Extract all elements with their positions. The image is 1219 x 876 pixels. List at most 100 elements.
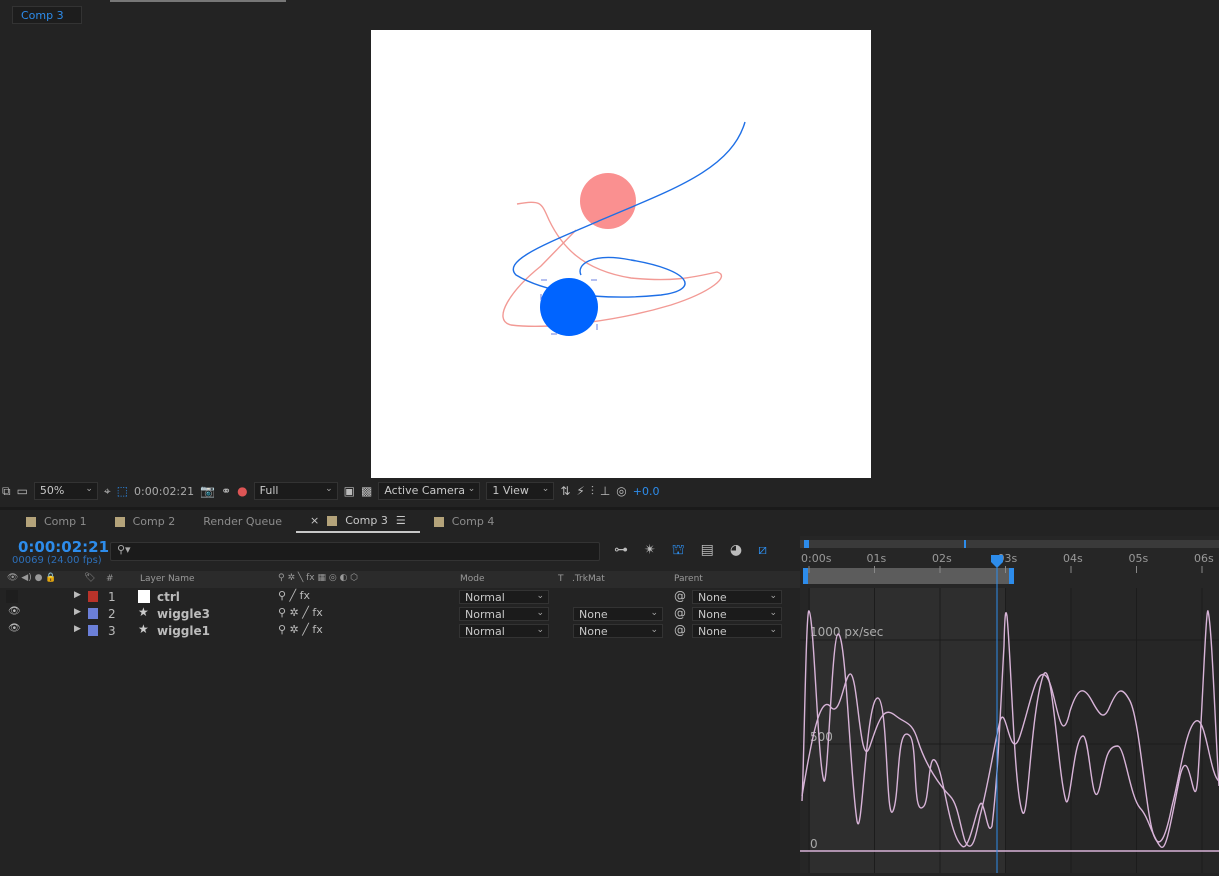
layer-number: 1 <box>108 590 116 604</box>
exposure-value[interactable]: +0.0 <box>633 485 660 498</box>
mode-dropdown[interactable]: Normal ⌄ <box>459 607 549 621</box>
channel-icon[interactable]: ● <box>237 484 247 498</box>
work-area-end[interactable] <box>1009 568 1014 584</box>
graph-editor-icon[interactable]: ⧄ <box>758 542 767 560</box>
panel-tabs: Comp 1 Comp 2 Render Queue × Comp 3 ☰ Comp… <box>0 507 1219 533</box>
crosshair-icon[interactable]: ⌖ <box>104 484 111 499</box>
layer-switches[interactable]: ⚲ ✲ ╱ fx <box>278 623 323 636</box>
layer-switches[interactable]: ⚲ ✲ ╱ fx <box>278 606 323 619</box>
composition-canvas[interactable] <box>371 30 871 478</box>
expand-arrow-icon[interactable]: ▶ <box>74 607 81 617</box>
mode-value: Normal <box>465 625 505 638</box>
layer-search-input[interactable]: ⚲▾ <box>110 542 600 561</box>
tab-comp-1[interactable]: Comp 1 <box>12 511 101 533</box>
tab-comp-4[interactable]: Comp 4 <box>420 511 509 533</box>
work-area-bar[interactable] <box>803 568 1013 584</box>
tab-render-queue[interactable]: Render Queue <box>189 511 296 533</box>
search-icon: ⚲▾ <box>117 543 131 556</box>
parent-dropdown[interactable]: None ⌄ <box>692 624 782 638</box>
viewer-toolbar: ⧉ ▭ 50% ⌄ ⌖ ⬚ 0:00:02:21 📷 ⚭ ● Full ⌄ ▣ ▩ … <box>0 480 1219 502</box>
trkmat-column: .TrkMat <box>572 574 605 584</box>
show-snapshot-icon[interactable]: ⚭ <box>221 484 231 498</box>
close-icon[interactable]: × <box>310 514 319 527</box>
speed-graph[interactable]: 0:00s 01s 02s 03s 04s 05s 06s 1000 px/sec 500 … <box>800 536 1219 873</box>
trkmat-value: None <box>579 608 608 621</box>
navigator-start-handle[interactable] <box>804 540 809 548</box>
flowchart-icon[interactable]: ⊥ <box>600 484 610 498</box>
pickwhip-icon[interactable]: @ <box>674 606 686 620</box>
work-area-start[interactable] <box>803 568 808 584</box>
playhead-handle[interactable] <box>991 555 1003 568</box>
graph-label-0: 0 <box>810 837 818 851</box>
layer-row[interactable]: ▶ 1 ctrl ⚲ ╱ fx Normal ⌄ @ None ⌄ <box>0 589 800 605</box>
tab-comp-3[interactable]: × Comp 3 ☰ <box>296 511 420 533</box>
comp-icon <box>114 516 125 527</box>
num-column: # <box>106 574 114 584</box>
trkmat-dropdown[interactable]: None ⌄ <box>573 607 663 621</box>
pickwhip-icon[interactable]: @ <box>674 589 686 603</box>
menu-icon[interactable]: ☰ <box>396 514 406 527</box>
zoom-dropdown[interactable]: 50% ⌄ <box>33 482 98 500</box>
viewer-timecode[interactable]: 0:00:02:21 <box>134 485 194 498</box>
chevron-down-icon: ⌄ <box>650 625 658 635</box>
camera-dropdown[interactable]: Active Camera ⌄ <box>378 482 481 500</box>
timeline-icon[interactable]: ⫶ <box>591 484 594 499</box>
expand-arrow-icon[interactable]: ▶ <box>74 590 81 600</box>
layer-name[interactable]: wiggle1 <box>157 624 210 638</box>
mask-boundary-icon[interactable]: ⬚ <box>117 484 128 498</box>
label-color[interactable] <box>88 591 98 602</box>
eye-icon[interactable]: 👁 <box>8 623 21 634</box>
region-of-interest-icon[interactable]: ▣ <box>344 484 355 498</box>
layers-icon[interactable]: ⧉ <box>2 484 11 499</box>
blue-circle[interactable] <box>540 278 598 336</box>
views-value: 1 View <box>492 484 529 497</box>
expand-arrow-icon[interactable]: ▶ <box>74 624 81 634</box>
fast-preview-icon[interactable]: ⚡ <box>576 484 584 498</box>
views-dropdown[interactable]: 1 View ⌄ <box>486 482 555 500</box>
monitor-icon[interactable]: ▭ <box>17 484 28 498</box>
label-icon: 🏷 <box>84 573 96 583</box>
layer-name[interactable]: ctrl <box>157 590 180 604</box>
layer-switches[interactable]: ⚲ ╱ fx <box>278 589 310 602</box>
tab-label: Comp 3 <box>345 514 388 527</box>
chevron-down-icon: ⌄ <box>536 625 544 635</box>
parent-dropdown[interactable]: None ⌄ <box>692 590 782 604</box>
toggle-pixel-aspect-icon[interactable]: ⇅ <box>560 484 570 498</box>
layer-name[interactable]: wiggle3 <box>157 607 210 621</box>
shy-layers-icon[interactable]: ⛫ <box>672 542 685 560</box>
camera-value: Active Camera <box>384 484 466 497</box>
frame-blending-icon[interactable]: ▤ <box>701 542 714 560</box>
resolution-dropdown[interactable]: Full ⌄ <box>253 482 338 500</box>
resolution-value: Full <box>259 484 279 497</box>
draft-3d-icon[interactable]: ✴ <box>644 542 656 560</box>
solid-icon <box>138 590 150 603</box>
comp-artwork <box>502 121 746 336</box>
parent-value: None <box>698 608 727 621</box>
mode-dropdown[interactable]: Normal ⌄ <box>459 624 549 638</box>
label-color[interactable] <box>88 608 98 619</box>
layer-number: 2 <box>108 607 116 621</box>
parent-dropdown[interactable]: None ⌄ <box>692 607 782 621</box>
viewer-tab-comp3[interactable]: Comp 3 <box>12 6 82 24</box>
tab-comp-2[interactable]: Comp 2 <box>101 511 190 533</box>
layer-row[interactable]: 👁 ▶ 3 ★ wiggle1 ⚲ ✲ ╱ fx Normal ⌄ None ⌄ @ None… <box>0 622 800 639</box>
comp-flowchart-icon[interactable]: ⊶ <box>614 542 628 560</box>
navigator-bar[interactable] <box>800 540 1219 548</box>
trkmat-dropdown[interactable]: None ⌄ <box>573 624 663 638</box>
parent-column: Parent <box>674 574 703 584</box>
pickwhip-icon[interactable]: @ <box>674 623 686 637</box>
transparency-grid-icon[interactable]: ▩ <box>361 484 372 498</box>
chevron-down-icon: ⌄ <box>769 625 777 635</box>
graph-editor[interactable]: 0:00s 01s 02s 03s 04s 05s 06s 1000 px/sec 500 … <box>800 536 1219 873</box>
layer-row[interactable]: 👁 ▶ 2 ★ wiggle3 ⚲ ✲ ╱ fx Normal ⌄ None ⌄ @ None… <box>0 605 800 622</box>
exposure-icon[interactable]: ◎ <box>616 484 626 498</box>
layer-name-column[interactable]: Layer Name <box>140 574 195 584</box>
current-time[interactable]: 0:00:02:21 <box>18 538 109 556</box>
eye-icon[interactable]: 👁 <box>8 606 21 617</box>
motion-blur-icon[interactable]: ◕ <box>730 542 742 560</box>
mode-dropdown[interactable]: Normal ⌄ <box>459 590 549 604</box>
video-switch[interactable] <box>6 590 18 603</box>
camera-snapshot-icon[interactable]: 📷 <box>200 484 215 498</box>
label-color[interactable] <box>88 625 98 636</box>
parent-value: None <box>698 625 727 638</box>
